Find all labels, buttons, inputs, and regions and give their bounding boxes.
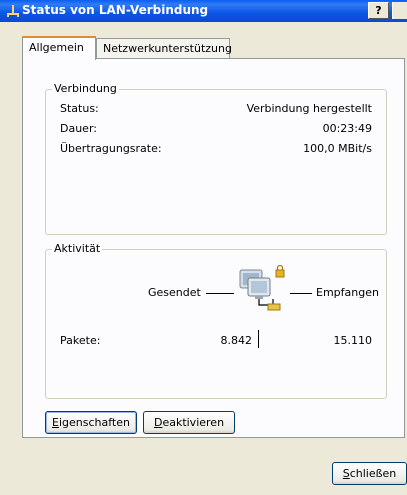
properties-button-label: igenschaften <box>58 416 130 429</box>
duration-value: 00:23:49 <box>322 122 372 135</box>
connection-group: Verbindung Status: Verbindung hergestell… <box>45 82 387 235</box>
connection-legend: Verbindung <box>52 82 119 95</box>
title-bar[interactable]: Status von LAN-Verbindung ? <box>0 0 407 22</box>
activity-group: Aktivität Gesendet Empfangen Pakete: 8.8… <box>45 242 387 399</box>
disable-button-label: eaktivieren <box>162 416 225 429</box>
sent-line <box>206 293 234 294</box>
received-line <box>290 293 312 294</box>
received-label: Empfangen <box>316 286 379 299</box>
speed-label: Übertragungsrate: <box>60 142 162 155</box>
close-button[interactable]: Schließen <box>332 462 407 485</box>
disable-button[interactable]: Deaktivieren <box>143 411 235 434</box>
speed-value: 100,0 MBit/s <box>303 142 372 155</box>
close-window-button[interactable] <box>392 2 407 19</box>
network-computers-icon <box>239 264 285 311</box>
sent-label: Gesendet <box>148 286 201 299</box>
tab-allgemein-label: Allgemein <box>29 41 84 54</box>
tab-allgemein[interactable]: Allgemein <box>22 36 96 60</box>
packets-received-value: 15.110 <box>333 334 373 347</box>
properties-button[interactable]: Eigenschaften <box>45 411 137 434</box>
duration-label: Dauer: <box>60 122 97 135</box>
help-button[interactable]: ? <box>368 2 389 19</box>
status-label: Status: <box>60 102 99 115</box>
tab-netzwerkunterstuetzung[interactable]: Netzwerkunterstützung <box>96 38 232 58</box>
status-value: Verbindung hergestellt <box>246 102 372 115</box>
tab-panel-allgemein: Verbindung Status: Verbindung hergestell… <box>22 58 405 438</box>
properties-button-accesskey: E <box>52 416 59 429</box>
packets-label: Pakete: <box>60 334 101 347</box>
tab-netzwerkunterstuetzung-label: Netzwerkunterstützung <box>103 42 232 55</box>
activity-legend: Aktivität <box>52 242 103 255</box>
network-connection-icon <box>7 5 19 17</box>
close-button-accesskey: S <box>342 467 350 480</box>
close-button-label: chließen <box>349 467 397 480</box>
window-title: Status von LAN-Verbindung <box>22 3 209 17</box>
packets-sent-value: 8.842 <box>220 334 253 347</box>
packets-divider <box>258 330 259 348</box>
